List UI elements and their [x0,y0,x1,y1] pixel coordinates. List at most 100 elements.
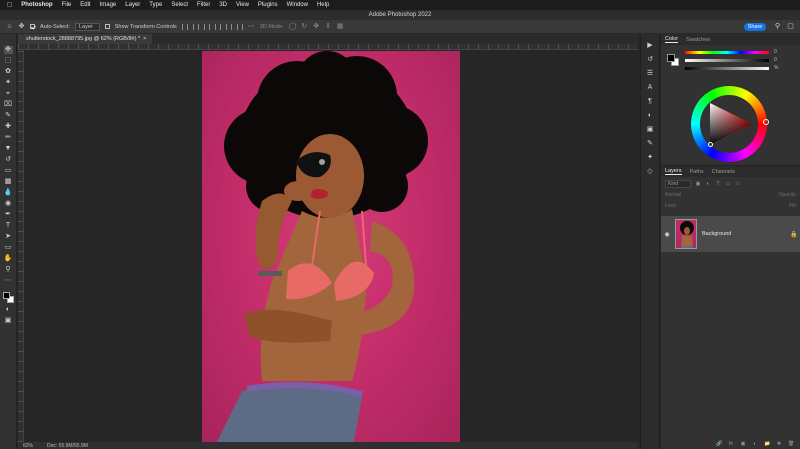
menu-file[interactable]: File [62,2,72,8]
adjustments-icon[interactable]: ◐ [646,112,654,120]
eye-icon[interactable]: ◉ [661,231,673,238]
history-brush-icon[interactable]: ↺ [4,156,13,164]
filter-smart-icon[interactable]: □ [735,181,741,187]
close-icon[interactable]: × [142,36,146,42]
workspace-icon[interactable]: ▢ [787,23,794,30]
adjustment-layer-icon[interactable]: ◐ [752,441,758,447]
layer-kind-filter[interactable]: Kind [665,180,691,188]
rectangle-icon[interactable]: ▭ [4,244,13,252]
more-options-icon[interactable]: ⋯ [248,23,255,30]
zoom-icon[interactable]: ⚲ [4,266,13,274]
align-bottom-icon[interactable] [236,23,243,30]
crop-icon[interactable]: ⌖ [4,90,13,98]
menu-edit[interactable]: Edit [80,2,90,8]
properties-icon[interactable]: ☰ [646,70,654,78]
mask-icon[interactable]: ▣ [740,441,746,447]
filter-type-icon[interactable]: T [715,181,721,187]
paragraph-icon[interactable]: ¶ [646,98,654,106]
tab-channels[interactable]: Channels [712,169,735,175]
tab-paths[interactable]: Paths [690,169,704,175]
pen-icon[interactable]: ✒ [4,211,13,219]
tab-layers[interactable]: Layers [665,168,682,175]
filter-pixel-icon[interactable]: ▣ [695,181,701,187]
lasso-icon[interactable]: ✿ [4,68,13,76]
libraries-icon[interactable]: ▣ [646,126,654,134]
align-top-icon[interactable] [214,23,221,30]
zoom-level[interactable]: 62% [23,443,33,449]
hue-marker[interactable] [763,119,769,125]
document-image[interactable] [202,51,460,442]
document-tab[interactable]: shutterstock_28888795.jpg @ 62% (RGB/8#)… [18,34,153,44]
layer-name[interactable]: Background [702,231,790,237]
menu-view[interactable]: View [236,2,249,8]
color-panel-foreground[interactable] [667,54,675,62]
path-select-icon[interactable]: ➤ [4,233,13,241]
healing-icon[interactable]: ✚ [4,123,13,131]
brightness-slider[interactable]: % [685,65,789,71]
blend-mode-dropdown[interactable]: Normal [665,192,681,200]
auto-select-dropdown[interactable]: Layer [74,22,100,31]
menu-window[interactable]: Window [287,2,308,8]
menu-image[interactable]: Image [100,2,117,8]
menu-app-name[interactable]: Photoshop [21,2,52,8]
fx-icon[interactable]: fx [728,441,734,447]
hue-slider[interactable]: 0 [685,49,789,55]
move-icon[interactable]: ✥ [3,46,13,54]
layer-row-background[interactable]: ◉ Background 🔒 [661,216,800,252]
brightness-value[interactable]: % [774,65,788,71]
trash-icon[interactable]: 🗑 [788,441,794,447]
character-icon[interactable]: A [646,84,654,92]
history-icon[interactable]: ↺ [646,56,654,64]
menu-3d[interactable]: 3D [219,2,227,8]
document-size[interactable]: Doc: 55.9M/55.9M [47,443,88,449]
share-button[interactable]: Share [744,23,766,31]
menu-layer[interactable]: Layer [125,2,140,8]
home-icon[interactable]: ⌂ [6,23,13,30]
lock-icon[interactable]: 🔒 [790,231,800,238]
menu-plugins[interactable]: Plugins [258,2,278,8]
menu-help[interactable]: Help [317,2,329,8]
foreground-color-swatch[interactable] [2,292,10,299]
link-icon[interactable]: 🔗 [716,441,722,447]
dodge-icon[interactable]: ◉ [4,200,13,208]
eyedropper-icon[interactable]: ✎ [4,112,13,120]
search-icon[interactable]: ⚲ [774,23,781,30]
align-middle-icon[interactable] [225,23,232,30]
shapes-icon[interactable]: ◇ [646,168,654,176]
gradient-icon[interactable]: ▩ [4,178,13,186]
quick-mask-icon[interactable]: ◐ [4,306,13,314]
brush-icon[interactable]: ✏ [4,134,13,142]
screen-mode-icon[interactable]: ▣ [4,317,13,325]
menu-type[interactable]: Type [149,2,162,8]
new-layer-icon[interactable]: ✚ [776,441,782,447]
group-icon[interactable]: 📁 [764,441,770,447]
hand-icon[interactable]: ✋ [4,255,13,263]
tab-color[interactable]: Color [665,36,679,43]
blur-icon[interactable]: 💧 [4,189,13,197]
ruler-horizontal[interactable] [18,44,638,50]
align-left-icon[interactable] [181,23,188,30]
frame-icon[interactable]: ⌧ [4,101,13,109]
eraser-icon[interactable]: ▭ [4,167,13,175]
menu-filter[interactable]: Filter [197,2,210,8]
canvas-area[interactable] [24,51,638,442]
apple-icon[interactable]:  [7,2,12,9]
filter-shape-icon[interactable]: ▭ [725,181,731,187]
type-icon[interactable]: T [4,222,13,230]
more-tools-icon[interactable]: ⋯ [4,277,13,285]
stamp-icon[interactable]: ▼ [4,145,13,153]
filter-adjust-icon[interactable]: ◐ [705,181,711,187]
brushes-icon[interactable]: ✎ [646,140,654,148]
layer-thumbnail[interactable] [675,219,697,249]
color-wheel[interactable] [691,86,769,162]
align-right-icon[interactable] [203,23,210,30]
tab-swatches[interactable]: Swatches [686,37,710,43]
play-icon[interactable]: ▶ [646,42,654,50]
show-transform-checkbox[interactable] [104,24,110,29]
hue-value[interactable]: 0 [774,49,788,55]
saturation-value[interactable]: 0 [774,57,788,63]
color-marker[interactable] [708,142,713,147]
tools-options-icon[interactable]: ✦ [646,154,654,162]
move-tool-preset-icon[interactable]: ✥ [18,23,25,30]
menu-select[interactable]: Select [171,2,188,8]
